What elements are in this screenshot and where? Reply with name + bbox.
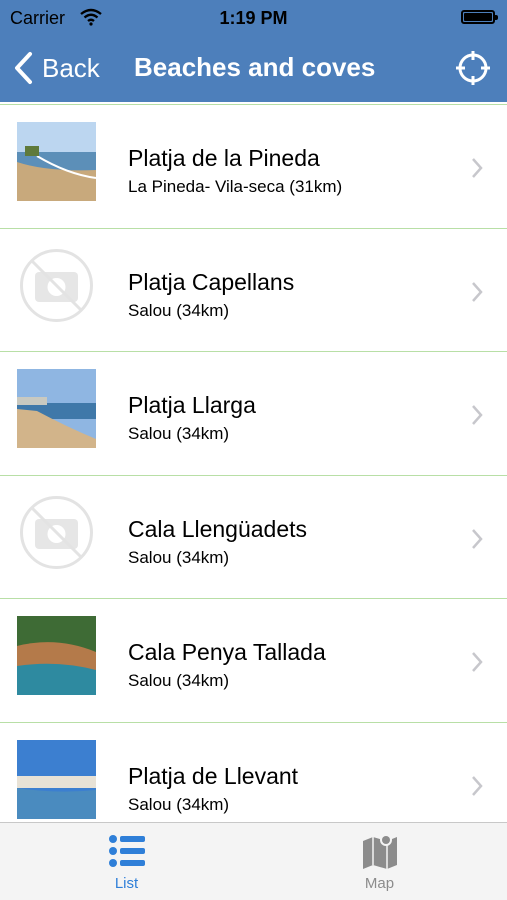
tab-bar: List Map — [0, 822, 507, 900]
chevron-right-icon — [472, 776, 483, 796]
beach-list: Platja de la Pineda La Pineda- Vila-seca… — [0, 104, 507, 823]
item-title: Cala Llengüadets — [128, 515, 308, 542]
item-title: Platja de Llevant — [128, 762, 299, 789]
chevron-right-icon — [472, 405, 483, 426]
map-icon — [362, 834, 397, 869]
item-title: Platja de la Pineda — [128, 145, 320, 171]
list-item[interactable]: Platja Llarga Salou (34km) — [0, 352, 507, 476]
tab-map[interactable]: Map — [253, 823, 506, 900]
no-photo-icon — [20, 248, 93, 322]
item-subtitle: La Pineda- Vila-seca (31km) — [128, 177, 343, 196]
battery-icon — [461, 10, 498, 24]
locate-icon[interactable] — [455, 50, 491, 86]
chevron-right-icon — [472, 281, 483, 302]
item-subtitle: Salou (34km) — [128, 794, 230, 814]
tab-list-label: List — [114, 875, 139, 892]
list-item[interactable]: Platja de la Pineda La Pineda- Vila-seca… — [0, 104, 507, 229]
list-item[interactable]: Platja de Llevant Salou (34km) — [0, 723, 507, 823]
item-title: Cala Penya Tallada — [128, 639, 326, 666]
status-time: 1:19 PM — [219, 8, 288, 28]
beach-photo — [17, 122, 96, 201]
status-bar: Carrier 1:19 PM — [0, 0, 507, 36]
cove-photo — [17, 616, 96, 696]
chevron-right-icon — [472, 528, 483, 549]
list-item[interactable]: Cala Llengüadets Salou (34km) — [0, 476, 507, 600]
item-subtitle: Salou (34km) — [128, 547, 230, 567]
tab-map-label: Map — [364, 875, 395, 892]
navigation-bar: Back Beaches and coves — [0, 36, 507, 102]
item-subtitle: Salou (34km) — [128, 424, 230, 444]
back-button[interactable]: Back — [12, 50, 100, 86]
list-item[interactable]: Platja Capellans Salou (34km) — [0, 229, 507, 353]
tab-list[interactable]: List — [0, 823, 253, 900]
list-icon — [108, 835, 145, 867]
item-subtitle: Salou (34km) — [128, 300, 230, 320]
beach-photo — [17, 369, 96, 449]
list-item[interactable]: Cala Penya Tallada Salou (34km) — [0, 599, 507, 723]
beach-photo — [17, 739, 96, 819]
page-title: Beaches and coves — [134, 52, 376, 82]
chevron-left-icon — [15, 52, 32, 84]
item-title: Platja Capellans — [128, 268, 295, 295]
chevron-right-icon — [472, 652, 483, 673]
no-photo-icon — [20, 495, 93, 569]
back-label: Back — [42, 52, 100, 83]
item-subtitle: Salou (34km) — [128, 671, 230, 691]
chevron-right-icon — [472, 158, 483, 178]
item-title: Platja Llarga — [128, 392, 256, 419]
